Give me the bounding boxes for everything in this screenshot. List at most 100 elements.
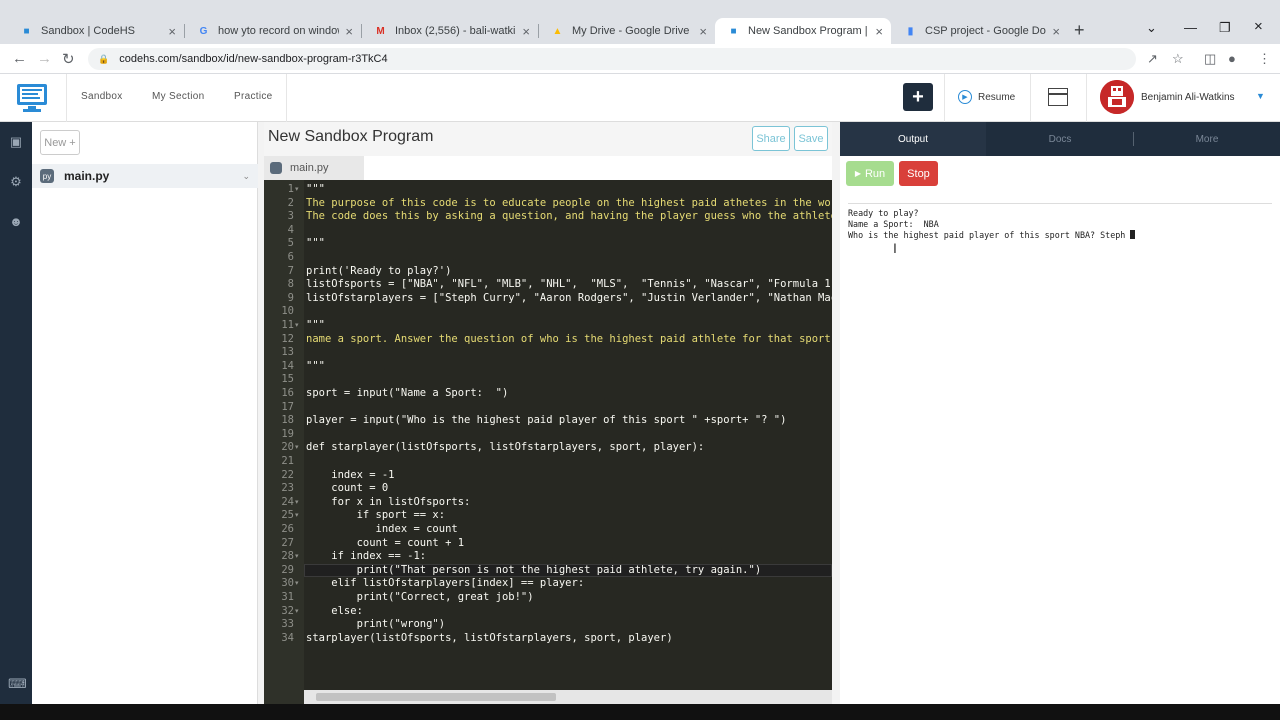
code-line[interactable]: name a sport. Answer the question of who…	[306, 333, 832, 347]
users-icon[interactable]: ☻	[8, 214, 24, 230]
close-tab-icon[interactable]: ×	[168, 24, 176, 39]
run-button[interactable]: ▶ Run	[846, 161, 894, 186]
scrollbar-thumb[interactable]	[316, 693, 556, 701]
tab-title: Inbox (2,556) - bali-watkins_2	[395, 25, 516, 37]
resume-button[interactable]: ▶ Resume	[958, 90, 1015, 104]
editor-header: New Sandbox Program Share Save	[264, 122, 832, 156]
line-number: 26	[281, 523, 294, 535]
profile-icon[interactable]: ●	[1228, 51, 1236, 66]
console-line: Name a Sport: NBA	[848, 219, 939, 230]
forward-icon[interactable]: →	[37, 50, 52, 67]
save-button[interactable]: Save	[794, 126, 828, 151]
browser-tab-sandbox[interactable]: ■ Sandbox | CodeHS ×	[8, 18, 184, 44]
tab-more[interactable]: More	[1134, 122, 1280, 156]
create-new-button[interactable]: +	[903, 83, 933, 111]
code-line[interactable]: print('Ready to play?')	[306, 265, 451, 279]
side-panel-icon[interactable]: ◫	[1204, 51, 1216, 67]
codehs-logo[interactable]	[16, 82, 48, 114]
fold-arrow-icon[interactable]: ▾	[295, 550, 299, 564]
new-file-button[interactable]: New +	[40, 130, 80, 155]
line-number: 29	[281, 563, 294, 576]
code-line[interactable]: print("wrong")	[306, 618, 446, 632]
fold-arrow-icon[interactable]: ▾	[295, 183, 299, 197]
avatar[interactable]	[1100, 80, 1134, 114]
chevron-down-icon[interactable]: ⌄	[242, 171, 250, 182]
fold-arrow-icon[interactable]: ▾	[295, 441, 299, 455]
code-line[interactable]: count = count + 1	[306, 537, 464, 551]
horizontal-scrollbar[interactable]	[304, 690, 832, 704]
nav-my-section[interactable]: My Section	[152, 91, 204, 102]
code-line[interactable]: index = -1	[306, 469, 394, 483]
code-line[interactable]: starplayer(listOfsports, listOfstarplaye…	[306, 632, 673, 646]
close-tab-icon[interactable]: ×	[875, 24, 883, 39]
fold-arrow-icon[interactable]: ▾	[295, 577, 299, 591]
fold-arrow-icon[interactable]: ▾	[295, 319, 299, 333]
code-line[interactable]: print("Correct, great job!")	[306, 591, 534, 605]
code-line[interactable]: """	[306, 319, 325, 333]
code-line[interactable]: """	[306, 237, 325, 251]
browser-tab-docs[interactable]: ▮ CSP project - Google Docs ×	[892, 18, 1068, 44]
code-line[interactable]: """	[306, 183, 325, 197]
code-line[interactable]: def starplayer(listOfsports, listOfstarp…	[306, 441, 704, 455]
code-line[interactable]: else:	[306, 605, 363, 619]
tab-docs[interactable]: Docs	[987, 122, 1133, 156]
code-line[interactable]: for x in listOfsports:	[306, 496, 470, 510]
code-line[interactable]: sport = input("Name a Sport: ")	[306, 387, 508, 401]
new-tab-icon[interactable]: +	[1074, 20, 1085, 41]
code-line[interactable]: listOfstarplayers = ["Steph Curry", "Aar…	[306, 292, 832, 306]
code-line[interactable]: print("That person is not the highest pa…	[306, 564, 762, 578]
reload-icon[interactable]: ↻	[62, 50, 75, 68]
back-icon[interactable]: ←	[12, 50, 27, 67]
browser-tab-drive[interactable]: ▲ My Drive - Google Drive ×	[539, 18, 715, 44]
google-icon: G	[199, 25, 208, 37]
panel-resize-handle[interactable]	[832, 122, 840, 720]
fold-arrow-icon[interactable]: ▾	[295, 605, 299, 619]
code-line[interactable]: elif listOfstarplayers[index] == player:	[306, 577, 584, 591]
code-line[interactable]: The code does this by asking a question,…	[306, 210, 832, 224]
minimize-icon[interactable]: —	[1184, 20, 1197, 35]
user-name[interactable]: Benjamin Ali-Watkins	[1141, 92, 1235, 103]
fold-arrow-icon[interactable]: ▾	[295, 496, 299, 510]
chevron-down-icon[interactable]: ▼	[1256, 91, 1265, 101]
browser-tab-new-sandbox[interactable]: ■ New Sandbox Program | Coc ×	[715, 18, 891, 44]
browser-tab-google-search[interactable]: G how yto record on windows - ×	[185, 18, 361, 44]
tab-search-icon[interactable]: ⌄	[1146, 20, 1157, 36]
nav-practice[interactable]: Practice	[234, 91, 273, 102]
code-line[interactable]: listOfsports = ["NBA", "NFL", "MLB", "NH…	[306, 278, 832, 292]
tab-title: CSP project - Google Docs	[925, 25, 1047, 37]
file-item[interactable]: py main.py ⌄	[32, 164, 258, 188]
close-tab-icon[interactable]: ×	[345, 24, 353, 39]
editor-file-tab[interactable]: main.py	[264, 156, 364, 180]
gear-icon[interactable]: ⚙	[8, 174, 24, 190]
browser-menu-icon[interactable]: ⋮	[1258, 51, 1271, 67]
code-line[interactable]: if index == -1:	[306, 550, 426, 564]
code-editor[interactable]: 1 ▾ """ 2 The purpose of this code is to edu…	[264, 180, 832, 706]
share-button[interactable]: Share	[752, 126, 790, 151]
fold-arrow-icon[interactable]: ▾	[295, 509, 299, 523]
close-window-icon[interactable]: ×	[1254, 18, 1263, 35]
maximize-icon[interactable]: ❐	[1219, 20, 1231, 36]
stop-button[interactable]: Stop	[899, 161, 938, 186]
bookmark-star-icon[interactable]: ☆	[1172, 51, 1184, 67]
line-number: 19	[281, 427, 294, 440]
code-line[interactable]: """	[306, 360, 325, 374]
browser-tab-gmail[interactable]: M Inbox (2,556) - bali-watkins_2 ×	[362, 18, 538, 44]
code-line[interactable]: player = input("Who is the highest paid …	[306, 414, 786, 428]
url-text: codehs.com/sandbox/id/new-sandbox-progra…	[119, 53, 388, 65]
code-line[interactable]: The purpose of this code is to educate p…	[306, 197, 832, 211]
code-file-icon[interactable]: ▣	[8, 134, 24, 150]
program-title[interactable]: New Sandbox Program	[268, 128, 433, 146]
close-tab-icon[interactable]: ×	[522, 24, 530, 39]
share-icon[interactable]: ↗	[1147, 51, 1158, 67]
code-line[interactable]: if sport == x:	[306, 509, 446, 523]
url-input[interactable]: 🔒 codehs.com/sandbox/id/new-sandbox-prog…	[88, 48, 1136, 70]
panel-layout-icon[interactable]	[1048, 88, 1068, 106]
nav-sandbox[interactable]: Sandbox	[81, 91, 123, 102]
keyboard-icon[interactable]: ⌨	[8, 676, 27, 692]
code-line[interactable]: count = 0	[306, 482, 388, 496]
console-output[interactable]: Ready to play? Name a Sport: NBA Who is …	[848, 203, 1272, 693]
close-tab-icon[interactable]: ×	[1052, 24, 1060, 39]
code-line[interactable]: index = count	[306, 523, 458, 537]
close-tab-icon[interactable]: ×	[699, 24, 707, 39]
tab-output[interactable]: Output	[840, 122, 986, 156]
